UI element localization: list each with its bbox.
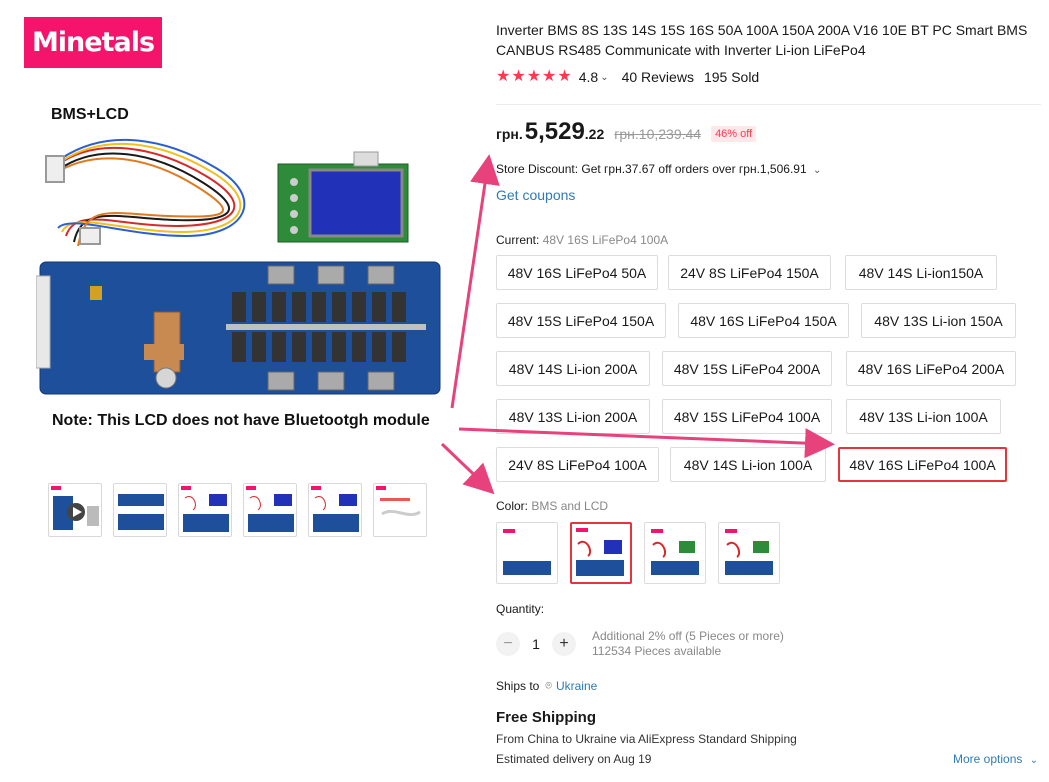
price-currency: грн. xyxy=(496,126,523,142)
brand-logo-text: Minetals xyxy=(31,27,155,58)
star-icon: ★ xyxy=(557,68,572,85)
cable-bundle-icon xyxy=(45,138,246,247)
variant-option[interactable]: 48V 15S LiFePo4 150A xyxy=(496,303,666,338)
quantity-input[interactable]: 1 xyxy=(520,636,552,652)
quantity-stepper: − 1 + Additional 2% off (5 Pieces or mor… xyxy=(496,629,784,659)
variant-option[interactable]: 48V 16S LiFePo4 50A xyxy=(496,255,658,290)
star-icon: ★ xyxy=(496,68,511,85)
estimated-delivery: Estimated delivery on Aug 19 xyxy=(496,752,652,766)
rating-row: ★ ★ ★ ★ ★ 4.8 ⌄ 40 Reviews 195 Sold xyxy=(496,69,760,86)
color-option[interactable] xyxy=(644,522,706,584)
variant-option[interactable]: 48V 13S Li-ion 200A xyxy=(496,399,650,434)
cable-thumbnail-icon xyxy=(376,486,421,517)
color-label: Color: xyxy=(496,499,529,513)
quantity-note: Additional 2% off (5 Pieces or more) 112… xyxy=(592,629,784,659)
variant-option[interactable]: 48V 14S Li-ion 100A xyxy=(670,447,826,482)
variant-option-selected[interactable]: 48V 16S LiFePo4 100A xyxy=(838,447,1007,482)
chevron-down-icon: ⌄ xyxy=(812,165,822,176)
bms-board-illustration xyxy=(36,138,441,395)
color-option-selected[interactable] xyxy=(570,522,632,584)
thumbnail-1[interactable] xyxy=(48,483,102,537)
ships-to-country-link[interactable]: Ukraine xyxy=(556,679,597,693)
thumbnail-5[interactable] xyxy=(308,483,362,537)
quantity-minus-button[interactable]: − xyxy=(496,632,520,656)
product-gallery: Minetals BMS+LCD Note: This LCD does not… xyxy=(0,0,470,782)
price-cents: .22 xyxy=(584,126,605,142)
rating-value[interactable]: 4.8 xyxy=(579,69,598,85)
divider xyxy=(496,104,1041,105)
variant-option[interactable]: 48V 13S Li-ion 100A xyxy=(846,399,1001,434)
bulk-discount-note: Additional 2% off (5 Pieces or more) xyxy=(592,629,784,643)
variant-option[interactable]: 48V 13S Li-ion 150A xyxy=(861,303,1016,338)
product-title: Inverter BMS 8S 13S 14S 15S 16S 50A 100A… xyxy=(496,22,1028,58)
chevron-down-icon: ⌄ xyxy=(1029,755,1039,766)
bms-lcd-swatch-icon xyxy=(725,529,773,575)
thumbnail-3[interactable] xyxy=(178,483,232,537)
lcd-module-icon xyxy=(277,151,409,243)
bms-lcd-swatch-icon xyxy=(651,529,699,575)
variant-current: 48V 16S LiFePo4 100A xyxy=(542,233,669,247)
location-pin-icon: ⌾ xyxy=(545,679,552,692)
thumbnail-4[interactable] xyxy=(243,483,297,537)
thumbnail-2[interactable] xyxy=(113,483,167,537)
board-thumbnail-icon xyxy=(246,486,294,532)
more-options-link[interactable]: More options ⌄ xyxy=(953,752,1038,766)
color-option[interactable] xyxy=(496,522,558,584)
variant-option[interactable]: 24V 8S LiFePo4 100A xyxy=(496,447,659,482)
star-icon: ★ xyxy=(526,68,542,85)
board-thumbnail-icon xyxy=(118,494,164,530)
brand-logo: Minetals xyxy=(24,17,162,68)
price-main: 5,529 xyxy=(524,118,585,145)
price-row: грн. 5,529 .22 грн.10,239.44 46% off xyxy=(496,118,757,146)
store-discount[interactable]: Store Discount: Get грн.37.67 off orders… xyxy=(496,162,821,176)
variant-label-row: Current: 48V 16S LiFePo4 100A xyxy=(496,233,668,247)
board-thumbnail-icon xyxy=(181,486,229,532)
more-options-label: More options xyxy=(953,752,1023,766)
image-caption-bottom: Note: This LCD does not have Bluetootgh … xyxy=(52,412,430,429)
star-icon: ★ xyxy=(511,68,526,85)
chevron-down-icon[interactable]: ⌄ xyxy=(600,72,608,83)
quantity-label: Quantity: xyxy=(496,602,545,616)
color-label-row: Color: BMS and LCD xyxy=(496,499,608,513)
availability-note: 112534 Pieces available xyxy=(592,644,722,658)
variant-option[interactable]: 48V 14S Li-ion 200A xyxy=(496,351,650,386)
shipping-route: From China to Ukraine via AliExpress Sta… xyxy=(496,732,797,746)
video-thumbnail-icon xyxy=(51,486,99,530)
sold-count: 195 Sold xyxy=(703,69,760,85)
bms-only-swatch-icon xyxy=(503,529,551,575)
original-price: грн.10,239.44 xyxy=(614,126,702,142)
ships-to-row: Ships to ⌾ Ukraine xyxy=(496,679,597,693)
discount-badge: 46% off xyxy=(711,126,757,142)
board-thumbnail-icon xyxy=(311,486,359,532)
main-product-image[interactable]: BMS+LCD Note: This LCD does not have Blu… xyxy=(36,96,446,446)
bms-board-icon xyxy=(36,261,441,395)
rating-stars: ★ ★ ★ ★ ★ xyxy=(496,69,572,85)
free-shipping-title: Free Shipping xyxy=(496,709,597,726)
ships-to-label: Ships to xyxy=(496,679,540,693)
variant-option[interactable]: 48V 16S LiFePo4 200A xyxy=(846,351,1016,386)
variant-label: Current: xyxy=(496,233,540,247)
get-coupons-link[interactable]: Get coupons xyxy=(496,187,575,203)
star-icon: ★ xyxy=(542,68,557,85)
reviews-link[interactable]: 40 Reviews xyxy=(622,69,694,85)
thumbnail-strip xyxy=(48,483,427,537)
variant-option[interactable]: 48V 15S LiFePo4 200A xyxy=(662,351,832,386)
color-current: BMS and LCD xyxy=(531,499,609,513)
variant-option[interactable]: 48V 14S Li-ion150A xyxy=(845,255,997,290)
store-discount-text: Store Discount: Get грн.37.67 off orders… xyxy=(496,162,807,176)
quantity-plus-button[interactable]: + xyxy=(552,632,576,656)
variant-option[interactable]: 48V 16S LiFePo4 150A xyxy=(678,303,849,338)
variant-option[interactable]: 24V 8S LiFePo4 150A xyxy=(668,255,831,290)
thumbnail-6[interactable] xyxy=(373,483,427,537)
variant-option[interactable]: 48V 15S LiFePo4 100A xyxy=(662,399,832,434)
bms-lcd-swatch-icon xyxy=(576,528,624,576)
color-option[interactable] xyxy=(718,522,780,584)
